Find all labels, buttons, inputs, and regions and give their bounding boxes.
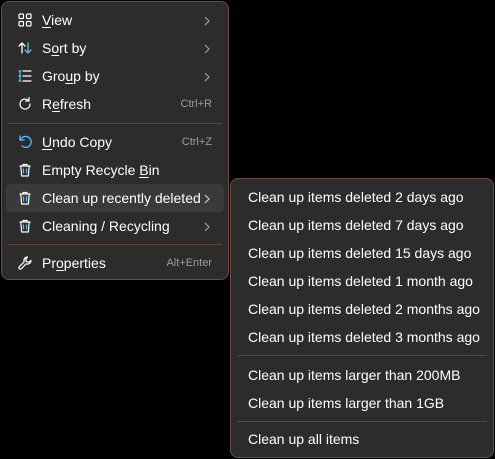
shortcut-text: Ctrl+Z [181,136,212,148]
recycle-bin-icon [17,218,33,234]
recycle-bin-icon [17,162,33,178]
menu-item-label: Empty Recycle Bin [42,162,160,178]
submenu-item-label: Clean up items larger than 1GB [248,395,445,411]
menu-separator [237,355,487,356]
submenu-item-label: Clean up items deleted 7 days ago [248,217,464,233]
menu-item-label: Properties [42,255,106,271]
menu-item-label: Sort by [42,40,87,56]
submenu-item-larger-1gb[interactable]: Clean up items larger than 1GB [235,389,489,417]
menu-item-refresh[interactable]: Refresh Ctrl+R [6,90,224,118]
chevron-right-icon [202,42,212,54]
submenu-item-deleted-15-days[interactable]: Clean up items deleted 15 days ago [235,239,489,267]
menu-item-label: Clean up recently deleted [42,190,201,206]
chevron-right-icon [202,14,212,26]
group-list-icon [17,68,33,84]
menu-item-clean-up-recently-deleted[interactable]: Clean up recently deleted [6,184,224,212]
menu-separator [237,421,487,422]
menu-item-label: Cleaning / Recycling [42,218,170,234]
submenu-item-label: Clean up items deleted 2 months ago [248,301,480,317]
grid-view-icon [17,12,33,28]
submenu-item-label: Clean up items larger than 200MB [248,367,461,383]
shortcut-text: Ctrl+R [180,98,212,110]
menu-separator [8,244,222,245]
submenu-item-label: Clean up all items [248,431,360,447]
submenu-item-larger-200mb[interactable]: Clean up items larger than 200MB [235,361,489,389]
refresh-icon [17,96,33,112]
sort-arrows-icon [17,40,33,56]
submenu-item-label: Clean up items deleted 15 days ago [248,245,472,261]
shortcut-text: Alt+Enter [166,257,212,269]
menu-item-label: Undo Copy [42,134,113,150]
wrench-icon [17,255,33,271]
menu-item-view[interactable]: View [6,6,224,34]
submenu-item-deleted-7-days[interactable]: Clean up items deleted 7 days ago [235,211,489,239]
menu-item-cleaning-recycling[interactable]: Cleaning / Recycling [6,212,224,240]
menu-item-label: View [42,12,73,28]
menu-item-empty-recycle-bin[interactable]: Empty Recycle Bin [6,156,224,184]
submenu-item-label: Clean up items deleted 2 days ago [248,189,464,205]
submenu-item-label: Clean up items deleted 3 months ago [248,329,480,345]
clean-up-submenu: Clean up items deleted 2 days ago Clean … [230,178,494,458]
chevron-right-icon [202,192,212,204]
submenu-item-deleted-3-months[interactable]: Clean up items deleted 3 months ago [235,323,489,351]
submenu-item-deleted-2-months[interactable]: Clean up items deleted 2 months ago [235,295,489,323]
submenu-item-deleted-2-days[interactable]: Clean up items deleted 2 days ago [235,183,489,211]
undo-icon [17,134,33,150]
menu-item-label: Refresh [42,96,92,112]
menu-item-undo-copy[interactable]: Undo Copy Ctrl+Z [6,128,224,156]
chevron-right-icon [202,70,212,82]
submenu-item-label: Clean up items deleted 1 month ago [248,273,473,289]
menu-separator [8,123,222,124]
menu-item-label: Group by [42,68,100,84]
submenu-item-all-items[interactable]: Clean up all items [235,425,489,453]
menu-item-sort-by[interactable]: Sort by [6,34,224,62]
chevron-right-icon [202,220,212,232]
recycle-bin-icon [17,190,33,206]
context-menu: View Sort by Group by Refresh Ctrl+R Und… [1,1,229,280]
menu-item-group-by[interactable]: Group by [6,62,224,90]
submenu-item-deleted-1-month[interactable]: Clean up items deleted 1 month ago [235,267,489,295]
menu-item-properties[interactable]: Properties Alt+Enter [6,249,224,277]
